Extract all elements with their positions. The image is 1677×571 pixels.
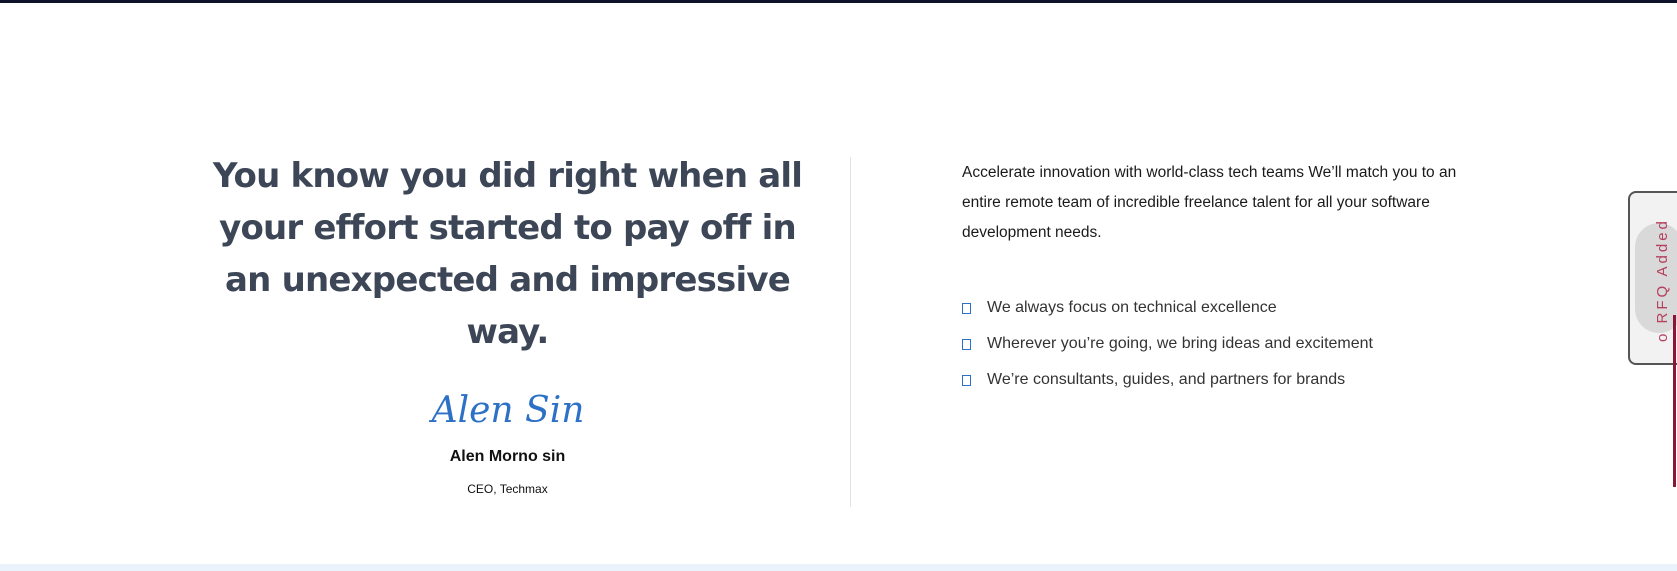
- svg-text:Alen Sin: Alen Sin: [428, 390, 584, 431]
- feature-text: We’re consultants, guides, and partners …: [987, 371, 1346, 388]
- edge-stripe: [1673, 315, 1676, 487]
- signature-image: Alen Sin: [200, 388, 815, 434]
- check-icon: [962, 374, 971, 386]
- feature-list: We always focus on technical excellence …: [962, 290, 1492, 398]
- testimonial-quote: You know you did right when all your eff…: [212, 156, 803, 352]
- check-icon: [962, 338, 971, 350]
- check-icon: [962, 302, 971, 314]
- info-column: Accelerate innovation with world-class t…: [962, 158, 1492, 398]
- testimonial-column: You know you did right when all your eff…: [200, 150, 815, 496]
- rfq-tab[interactable]: o RFQ Added: [1628, 191, 1677, 365]
- bottom-band: [0, 564, 1677, 571]
- feature-text: Wherever you’re going, we bring ideas an…: [987, 335, 1373, 352]
- feature-item: We always focus on technical excellence: [962, 290, 1492, 326]
- divider: [850, 157, 851, 507]
- top-bar: [0, 0, 1677, 3]
- feature-text: We always focus on technical excellence: [987, 299, 1277, 316]
- person-role: CEO, Techmax: [467, 482, 548, 496]
- intro-text: Accelerate innovation with world-class t…: [962, 164, 1457, 241]
- person-name: Alen Morno sin: [449, 448, 566, 465]
- feature-item: Wherever you’re going, we bring ideas an…: [962, 326, 1492, 362]
- rfq-label: o RFQ Added: [1654, 218, 1671, 342]
- feature-item: We’re consultants, guides, and partners …: [962, 362, 1492, 398]
